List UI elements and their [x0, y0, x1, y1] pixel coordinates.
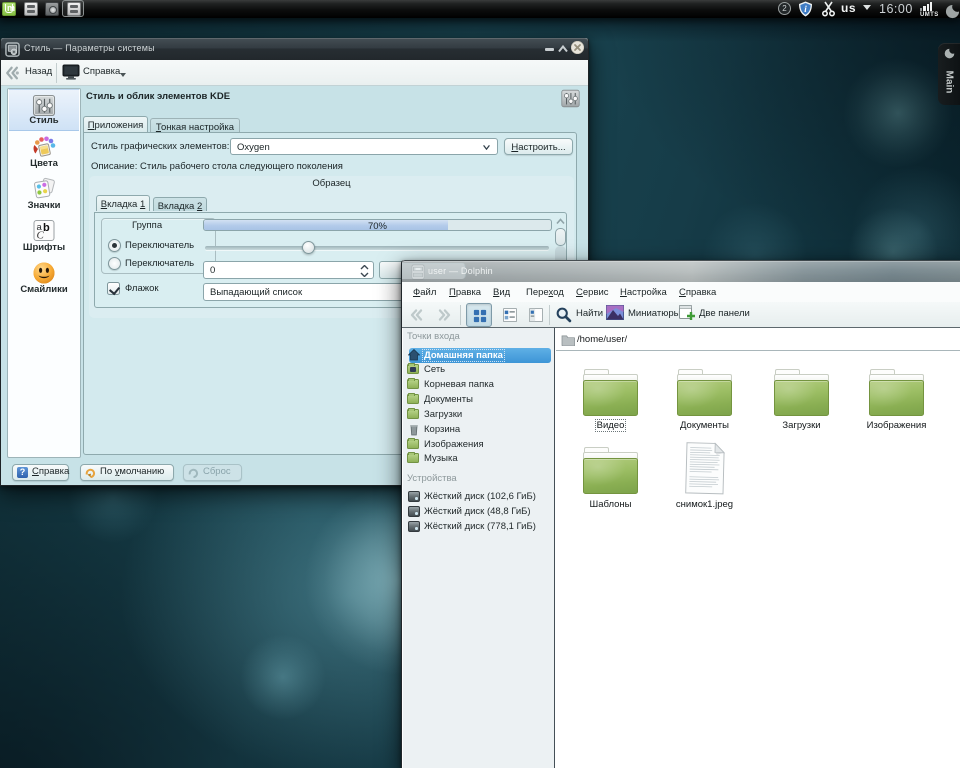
svg-text:Main: Main [944, 71, 955, 94]
svg-text:b: b [43, 222, 50, 234]
svg-text:C: C [37, 230, 45, 242]
